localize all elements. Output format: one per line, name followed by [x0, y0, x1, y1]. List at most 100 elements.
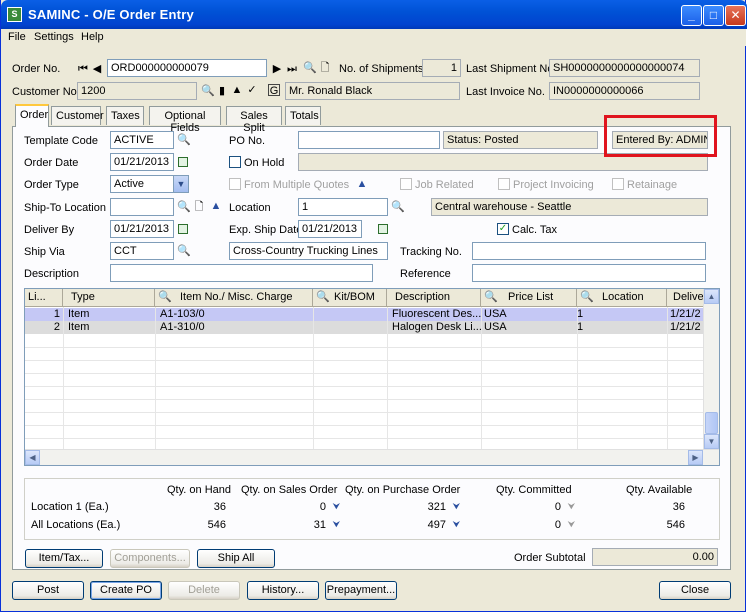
- drilldown-icon[interactable]: ⮟: [453, 502, 461, 511]
- order-no-input[interactable]: ORD000000000079: [107, 59, 267, 77]
- history-button[interactable]: History...: [247, 581, 319, 600]
- close-button[interactable]: Close: [659, 581, 731, 600]
- item-tax-button[interactable]: Item/Tax...: [25, 549, 103, 568]
- customer-statistics-icon[interactable]: G: [268, 84, 280, 97]
- po-no-input[interactable]: [298, 131, 440, 149]
- ship-via-description-input[interactable]: Cross-Country Trucking Lines: [229, 242, 388, 260]
- tab-taxes[interactable]: Taxes: [106, 106, 144, 125]
- drilldown-icon[interactable]: ⮟: [333, 520, 341, 529]
- scroll-up-icon[interactable]: ▲: [704, 289, 719, 304]
- grid-header-deliver[interactable]: Deliver: [667, 289, 707, 307]
- order-date-input[interactable]: 01/21/2013: [110, 153, 174, 171]
- grid-row-divider: [25, 425, 705, 426]
- prepayment-button[interactable]: Prepayment...: [325, 581, 397, 600]
- tab-order[interactable]: Order: [15, 104, 49, 127]
- project-invoicing-checkbox[interactable]: [498, 178, 510, 190]
- order-details-grid[interactable]: Li... Type 🔍 Item No./ Misc. Charge 🔍 Kit/…: [24, 288, 720, 466]
- ship-via-finder-icon[interactable]: 🔍: [177, 245, 191, 257]
- order-finder-icon[interactable]: 🔍: [303, 62, 317, 74]
- location-column-finder-icon[interactable]: 🔍: [580, 291, 594, 303]
- new-document-icon[interactable]: 🗋: [319, 62, 331, 74]
- menu-settings[interactable]: Settings: [34, 31, 74, 43]
- drilldown-icon[interactable]: ⮟: [453, 520, 461, 529]
- grid-col-divider: [577, 307, 578, 449]
- po-no-label: PO No.: [229, 135, 266, 147]
- calendar-icon[interactable]: [378, 224, 388, 234]
- grid-header-description[interactable]: Description: [387, 289, 481, 307]
- chevron-down-icon[interactable]: ▼: [173, 176, 188, 192]
- customer-finder-icon[interactable]: 🔍: [201, 85, 215, 97]
- last-shipment-field: SH0000000000000000074: [549, 59, 700, 77]
- job-related-checkbox[interactable]: [400, 178, 412, 190]
- create-po-button[interactable]: Create PO: [90, 581, 162, 600]
- calc-tax-checkbox[interactable]: ✓: [497, 223, 509, 235]
- minimize-button[interactable]: _: [681, 5, 702, 26]
- deliver-by-input[interactable]: 01/21/2013: [110, 220, 174, 238]
- grid-header-location[interactable]: 🔍 Location: [577, 289, 667, 307]
- grid-header-kit[interactable]: 🔍 Kit/BOM: [313, 289, 387, 307]
- last-record-icon[interactable]: ⏭: [286, 63, 298, 75]
- tab-sales-split[interactable]: Sales Split: [226, 106, 282, 134]
- shipments-label: No. of Shipments: [339, 63, 424, 75]
- grid-header-line[interactable]: Li...: [25, 289, 63, 307]
- template-finder-icon[interactable]: 🔍: [177, 134, 191, 146]
- location-finder-icon[interactable]: 🔍: [391, 201, 405, 213]
- menu-file[interactable]: File: [8, 31, 26, 43]
- tab-optional-fields[interactable]: Optional Fields: [149, 106, 221, 134]
- drilldown-icon[interactable]: ⮟: [568, 520, 576, 529]
- delete-button[interactable]: Delete: [168, 581, 240, 600]
- exp-ship-input[interactable]: 01/21/2013: [298, 220, 362, 238]
- ship-to-drilldown-icon[interactable]: ▲: [210, 200, 222, 212]
- order-no-label: Order No.: [12, 63, 61, 75]
- on-hold-checkbox[interactable]: [229, 156, 241, 168]
- tab-totals[interactable]: Totals: [285, 106, 321, 125]
- drilldown-icon[interactable]: ⮟: [568, 502, 576, 511]
- grid-header-price-list[interactable]: 🔍 Price List: [481, 289, 577, 307]
- title-bar[interactable]: S SAMINC - O/E Order Entry _ □ ✕: [1, 0, 747, 29]
- menu-help[interactable]: Help: [81, 31, 104, 43]
- kit-finder-icon[interactable]: 🔍: [316, 291, 330, 303]
- vertical-scroll-thumb[interactable]: [705, 412, 718, 434]
- scroll-down-icon[interactable]: ▼: [704, 434, 719, 449]
- item-finder-icon[interactable]: 🔍: [158, 291, 172, 303]
- order-type-select[interactable]: Active ▼: [110, 175, 189, 193]
- close-window-button[interactable]: ✕: [725, 5, 746, 26]
- customer-notes-icon[interactable]: ▮: [216, 85, 228, 97]
- tracking-input[interactable]: [472, 242, 706, 260]
- location-input[interactable]: 1: [298, 198, 388, 216]
- ship-to-new-icon[interactable]: 🗋: [193, 201, 205, 213]
- ship-to-finder-icon[interactable]: 🔍: [177, 201, 191, 213]
- drilldown-icon[interactable]: ⮟: [333, 502, 341, 511]
- tab-customer[interactable]: Customer: [51, 106, 104, 125]
- customer-drilldown-icon[interactable]: ▲: [231, 84, 243, 96]
- components-button[interactable]: Components...: [110, 549, 190, 568]
- calendar-icon[interactable]: [178, 157, 188, 167]
- order-entry-window: S SAMINC - O/E Order Entry _ □ ✕ File Se…: [0, 0, 747, 612]
- maximize-button[interactable]: □: [703, 5, 724, 26]
- calendar-icon[interactable]: [178, 224, 188, 234]
- next-record-icon[interactable]: ▶: [271, 63, 283, 75]
- customer-edit-icon[interactable]: ✓: [246, 84, 258, 96]
- post-button[interactable]: Post: [12, 581, 84, 600]
- grid-header-item[interactable]: 🔍 Item No./ Misc. Charge: [155, 289, 313, 307]
- vertical-scrollbar[interactable]: ▲ ▼: [703, 289, 719, 449]
- ship-all-button[interactable]: Ship All: [197, 549, 275, 568]
- reference-input[interactable]: [472, 264, 706, 282]
- ship-via-input[interactable]: CCT: [110, 242, 174, 260]
- description-input[interactable]: [110, 264, 373, 282]
- price-list-finder-icon[interactable]: 🔍: [484, 291, 498, 303]
- location-qty-available: 36: [672, 501, 685, 513]
- quotes-drilldown-icon[interactable]: ▲: [356, 178, 368, 190]
- location-label: Location: [229, 202, 271, 214]
- exp-ship-label: Exp. Ship Date: [229, 224, 303, 236]
- scroll-left-icon[interactable]: ◀: [25, 450, 40, 465]
- ship-to-input[interactable]: [110, 198, 174, 216]
- template-code-input[interactable]: ACTIVE: [110, 131, 174, 149]
- first-record-icon[interactable]: ⏮: [77, 63, 89, 75]
- previous-record-icon[interactable]: ◀: [91, 63, 103, 75]
- multiple-quotes-checkbox[interactable]: [229, 178, 241, 190]
- horizontal-scrollbar[interactable]: ◀ ▶: [25, 449, 719, 465]
- scroll-right-icon[interactable]: ▶: [688, 450, 703, 465]
- grid-header-type[interactable]: Type: [63, 289, 155, 307]
- retainage-checkbox[interactable]: [612, 178, 624, 190]
